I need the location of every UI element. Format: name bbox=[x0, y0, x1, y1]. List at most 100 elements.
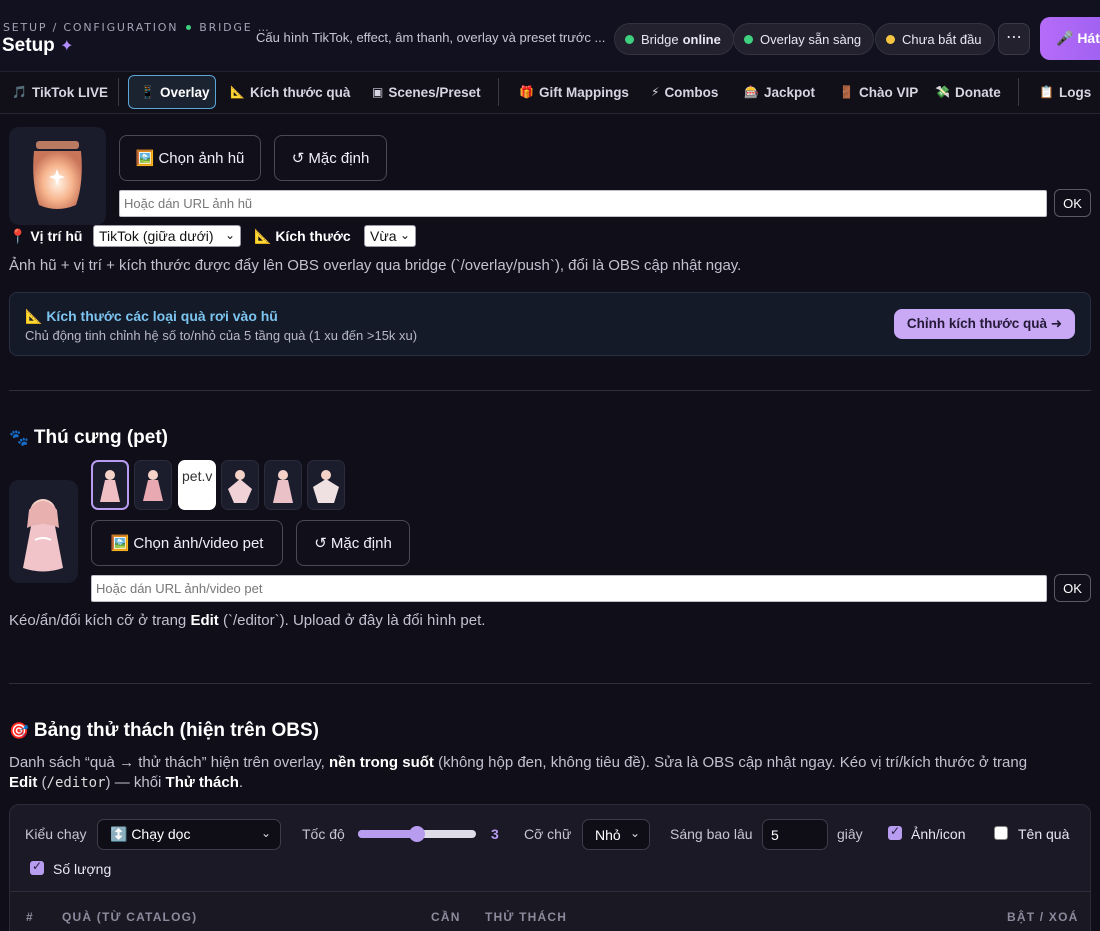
show-image-label: Ảnh/icon bbox=[911, 826, 966, 842]
breadcrumb-section[interactable]: SETUP / CONFIGURATION bbox=[3, 21, 178, 34]
gift-size-info-box: 📐 Kích thước các loại quà rơi vào hũ Chủ… bbox=[9, 292, 1091, 356]
status-label: Bridge bbox=[641, 31, 679, 47]
pet-option-image bbox=[273, 470, 293, 503]
speed-slider[interactable] bbox=[358, 826, 476, 842]
chevron-down-icon: ⌄ bbox=[399, 228, 410, 242]
pet-default-button[interactable]: ↺ Mặc định bbox=[296, 520, 410, 566]
tab-gift-mappings[interactable]: 🎁 Gift Mappings bbox=[519, 75, 629, 109]
pet-option-broken[interactable]: pet.v bbox=[178, 460, 216, 510]
tab-gift-size[interactable]: 📐 Kích thước quà bbox=[230, 75, 350, 109]
tab-jackpot[interactable]: 🎰 Jackpot bbox=[744, 75, 815, 109]
top-header: SETUP / CONFIGURATION BRIDGE … Setup ✦ Cấ… bbox=[0, 0, 1100, 72]
font-size-label: Cỡ chữ bbox=[524, 826, 572, 842]
status-overlay-pill[interactable]: Overlay sẵn sàng bbox=[733, 23, 875, 55]
pet-option-4[interactable] bbox=[221, 460, 259, 510]
ruler-icon: 📐 bbox=[230, 85, 245, 99]
pet-section-title: 🐾 Thú cưng (pet) bbox=[9, 427, 168, 448]
tab-donate[interactable]: 💸 Donate bbox=[935, 75, 1001, 109]
pet-option-2[interactable] bbox=[134, 460, 172, 510]
tab-logs[interactable]: 📋 Logs bbox=[1039, 75, 1091, 109]
clipboard-icon: 📋 bbox=[1039, 85, 1054, 99]
status-label: Chưa bắt đầu bbox=[902, 31, 982, 47]
speed-slider-handle[interactable] bbox=[409, 826, 425, 842]
tab-tiktok-live[interactable]: 🎵 TikTok LIVE bbox=[12, 75, 108, 109]
text: nền trong suốt bbox=[328, 754, 434, 771]
jar-preview bbox=[9, 127, 106, 225]
lightning-icon: ⚡ bbox=[651, 85, 660, 99]
text: ( bbox=[37, 774, 47, 791]
show-gift-name-checkbox[interactable] bbox=[994, 826, 1008, 840]
target-icon: 🎯 bbox=[9, 723, 29, 740]
ready-dot-icon bbox=[744, 34, 753, 44]
show-image-checkbox[interactable] bbox=[888, 824, 902, 840]
column-gift: QUÀ (TỪ CATALOG) bbox=[62, 910, 198, 924]
duration-unit: giây bbox=[837, 826, 863, 842]
slot-machine-icon: 🎰 bbox=[744, 85, 759, 99]
main-tabs: 🎵 TikTok LIVE 📱 Overlay 📐 Kích thước quà ▣ S… bbox=[0, 72, 1100, 114]
pet-option-image bbox=[228, 470, 252, 503]
text: (`/editor`). Upload ở đây là đổi hình pe… bbox=[218, 612, 486, 629]
pet-url-input[interactable] bbox=[91, 575, 1047, 602]
jar-position-select[interactable]: TikTok (giữa dưới) ⌄ bbox=[93, 225, 241, 247]
pet-option-5[interactable] bbox=[264, 460, 302, 510]
section-divider bbox=[9, 390, 1091, 391]
speed-value: 3 bbox=[491, 826, 499, 842]
jar-url-input[interactable] bbox=[119, 190, 1047, 217]
text: Edit bbox=[9, 774, 38, 791]
select-value: ↕️ Chạy dọc bbox=[110, 826, 191, 842]
pet-image bbox=[23, 499, 63, 572]
chevron-down-icon: ⌄ bbox=[224, 228, 235, 242]
text: ) — khối bbox=[105, 774, 166, 791]
chevron-down-icon: ⌄ bbox=[260, 826, 271, 840]
status-session-pill[interactable]: Chưa bắt đầu bbox=[875, 23, 995, 55]
scene-icon: ▣ bbox=[372, 85, 384, 99]
pet-option-6[interactable] bbox=[307, 460, 345, 510]
jar-image bbox=[33, 141, 82, 209]
phone-icon: 📱 bbox=[140, 85, 155, 99]
choose-jar-image-button[interactable]: 🖼️ Chọn ảnh hũ bbox=[119, 135, 261, 181]
gift-size-heading: 📐 Kích thước các loại quà rơi vào hũ bbox=[25, 308, 278, 324]
pet-option-image bbox=[313, 470, 339, 503]
challenge-table-header: # QUÀ (TỪ CATALOG) CẦN THỬ THÁCH BẬT / X… bbox=[10, 891, 1090, 931]
adjust-gift-size-button[interactable]: Chỉnh kích thước quà ➜ bbox=[894, 309, 1075, 339]
challenge-description-line1: Danh sách “quà → thử thách” hiện trên ov… bbox=[9, 754, 1027, 771]
challenge-section-title: 🎯 Bảng thử thách (hiện trên OBS) bbox=[9, 720, 319, 741]
jar-description: Ảnh hũ + vị trí + kích thước được đẩy lê… bbox=[9, 257, 742, 274]
choose-pet-media-button[interactable]: 🖼️ Chọn ảnh/video pet bbox=[91, 520, 283, 566]
pet-option-broken-label: pet.v bbox=[182, 468, 213, 484]
column-toggle-delete: BẬT / XOÁ bbox=[1007, 910, 1079, 924]
tab-divider bbox=[1018, 78, 1019, 106]
chevron-down-icon: ⌄ bbox=[629, 826, 640, 840]
money-icon: 💸 bbox=[935, 85, 950, 99]
run-mode-select[interactable]: ↕️ Chạy dọc ⌄ bbox=[97, 819, 281, 850]
tab-divider bbox=[118, 78, 119, 106]
sing-button[interactable]: 🎤 Hát bbox=[1040, 17, 1100, 60]
challenge-panel: Kiểu chạy ↕️ Chạy dọc ⌄ Tốc độ 3 Cỡ chữ N… bbox=[9, 804, 1091, 931]
tab-divider bbox=[498, 78, 499, 106]
status-bridge-pill[interactable]: Bridge online bbox=[614, 23, 734, 55]
overlay-settings-content: 🖼️ Chọn ảnh hũ ↺ Mặc định OK 📍 Vị trí hũ… bbox=[0, 114, 1100, 931]
tab-overlay[interactable]: 📱 Overlay bbox=[128, 75, 216, 109]
status-value: online bbox=[682, 31, 721, 47]
tab-scenes-preset[interactable]: ▣ Scenes/Preset bbox=[372, 75, 481, 109]
section-divider bbox=[9, 683, 1091, 684]
text: Kéo/ẩn/đổi kích cỡ ở trang bbox=[9, 612, 191, 629]
font-size-select[interactable]: Nhỏ ⌄ bbox=[582, 819, 650, 850]
column-index: # bbox=[26, 910, 34, 924]
gift-icon: 🎁 bbox=[519, 85, 534, 99]
online-dot-icon bbox=[625, 34, 634, 44]
jar-default-button[interactable]: ↺ Mặc định bbox=[274, 135, 387, 181]
select-value: Vừa bbox=[370, 228, 397, 244]
paw-icon: 🐾 bbox=[9, 430, 29, 447]
tab-vip-greeting[interactable]: 🚪 Chào VIP bbox=[839, 75, 918, 109]
pet-option-1[interactable] bbox=[91, 460, 129, 510]
more-menu-button[interactable]: ⋯ bbox=[998, 23, 1030, 55]
show-quantity-checkbox[interactable] bbox=[30, 859, 44, 875]
tab-combos[interactable]: ⚡ Combos bbox=[651, 75, 718, 109]
pet-url-ok-button[interactable]: OK bbox=[1054, 574, 1091, 602]
select-value: TikTok (giữa dưới) bbox=[99, 228, 214, 244]
jar-size-select[interactable]: Vừa ⌄ bbox=[364, 225, 416, 247]
duration-input[interactable]: 5 bbox=[762, 819, 828, 850]
speed-label: Tốc độ bbox=[302, 826, 345, 842]
jar-url-ok-button[interactable]: OK bbox=[1054, 189, 1091, 217]
